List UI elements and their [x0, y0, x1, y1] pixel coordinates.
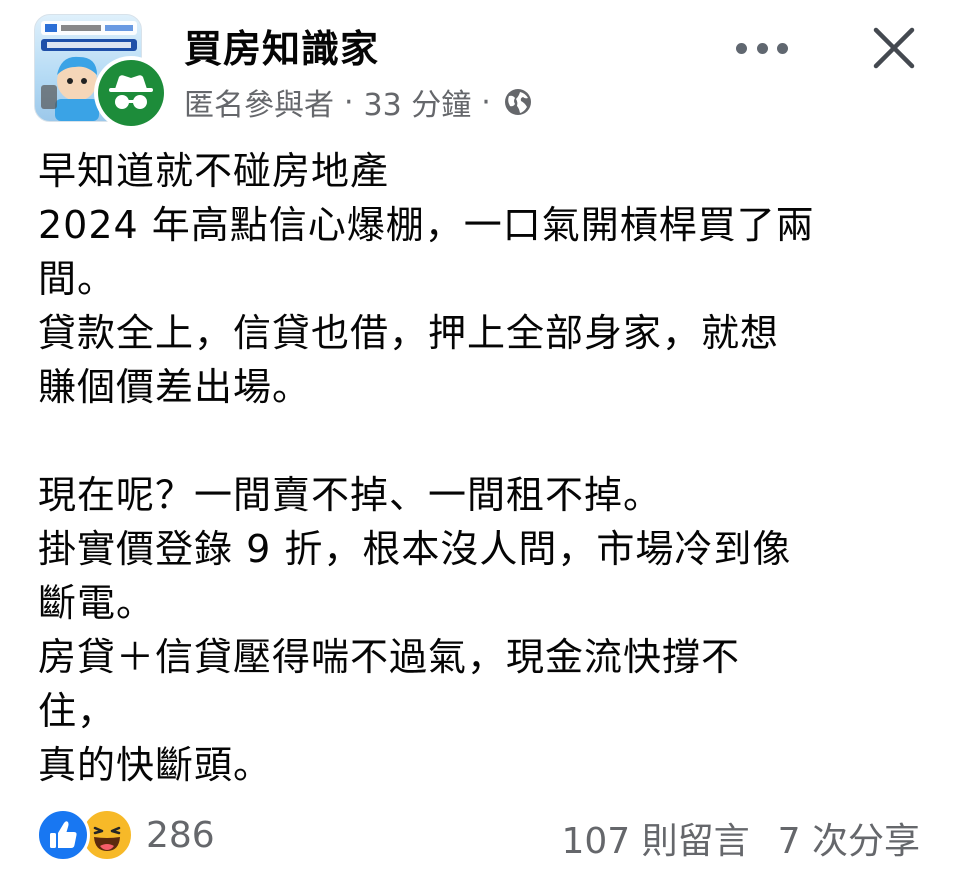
- post-text-line: 2024 年高點信心爆棚，一口氣開槓桿買了兩: [38, 203, 815, 247]
- engagement-counts: 107 則留言 7 次分享: [561, 812, 920, 864]
- post-text-line: 真的快斷頭。: [38, 743, 273, 787]
- more-dot: [777, 42, 788, 54]
- globe-icon[interactable]: [503, 87, 533, 117]
- post-text-line: 掛實價登錄 9 折，根本沒人問，市場冷到像: [38, 527, 792, 571]
- post-text-line: 間。: [38, 257, 117, 301]
- comments-count[interactable]: 107 則留言: [561, 812, 749, 864]
- post-header: 買房知識家 匿名參與者 · 33 分鐘 ·: [0, 0, 960, 140]
- post-text-line: 早知道就不碰房地產: [38, 149, 390, 193]
- post-body: 早知道就不碰房地產 2024 年高點信心爆棚，一口氣開槓桿買了兩 間。 貸款全上…: [38, 144, 918, 792]
- shares-count[interactable]: 7 次分享: [778, 812, 920, 864]
- close-icon[interactable]: [870, 24, 918, 72]
- anonymous-avatar[interactable]: [94, 56, 168, 130]
- post-text-line: 房貸＋信貸壓得喘不過氣，現金流快撐不: [38, 635, 741, 679]
- post-text-line: 賺個價差出場。: [38, 365, 312, 409]
- author-name[interactable]: 匿名參與者: [184, 80, 334, 124]
- reactions-summary[interactable]: 286: [36, 808, 215, 862]
- anonymous-member-icon: [98, 60, 164, 126]
- group-name[interactable]: 買房知識家: [184, 18, 379, 73]
- meta-separator: ·: [344, 84, 354, 120]
- more-horizontal-icon[interactable]: [736, 34, 788, 62]
- meta-separator-2: ·: [481, 84, 491, 120]
- post-text-line: 貸款全上，信貸也借，押上全部身家，就想: [38, 311, 780, 355]
- reaction-count: 286: [146, 814, 215, 856]
- post-text-line: 斷電。: [38, 581, 156, 625]
- post-footer: 286 107 則留言 7 次分享: [0, 800, 960, 866]
- post-text-line: 現在呢？一間賣不掉、一間租不掉。: [38, 473, 663, 517]
- post-text-line: 住，: [38, 689, 117, 733]
- more-dot: [756, 42, 768, 54]
- more-dot: [736, 42, 747, 54]
- like-icon: [36, 808, 90, 862]
- post-meta: 匿名參與者 · 33 分鐘 ·: [184, 80, 533, 124]
- post-timestamp[interactable]: 33 分鐘: [364, 80, 472, 124]
